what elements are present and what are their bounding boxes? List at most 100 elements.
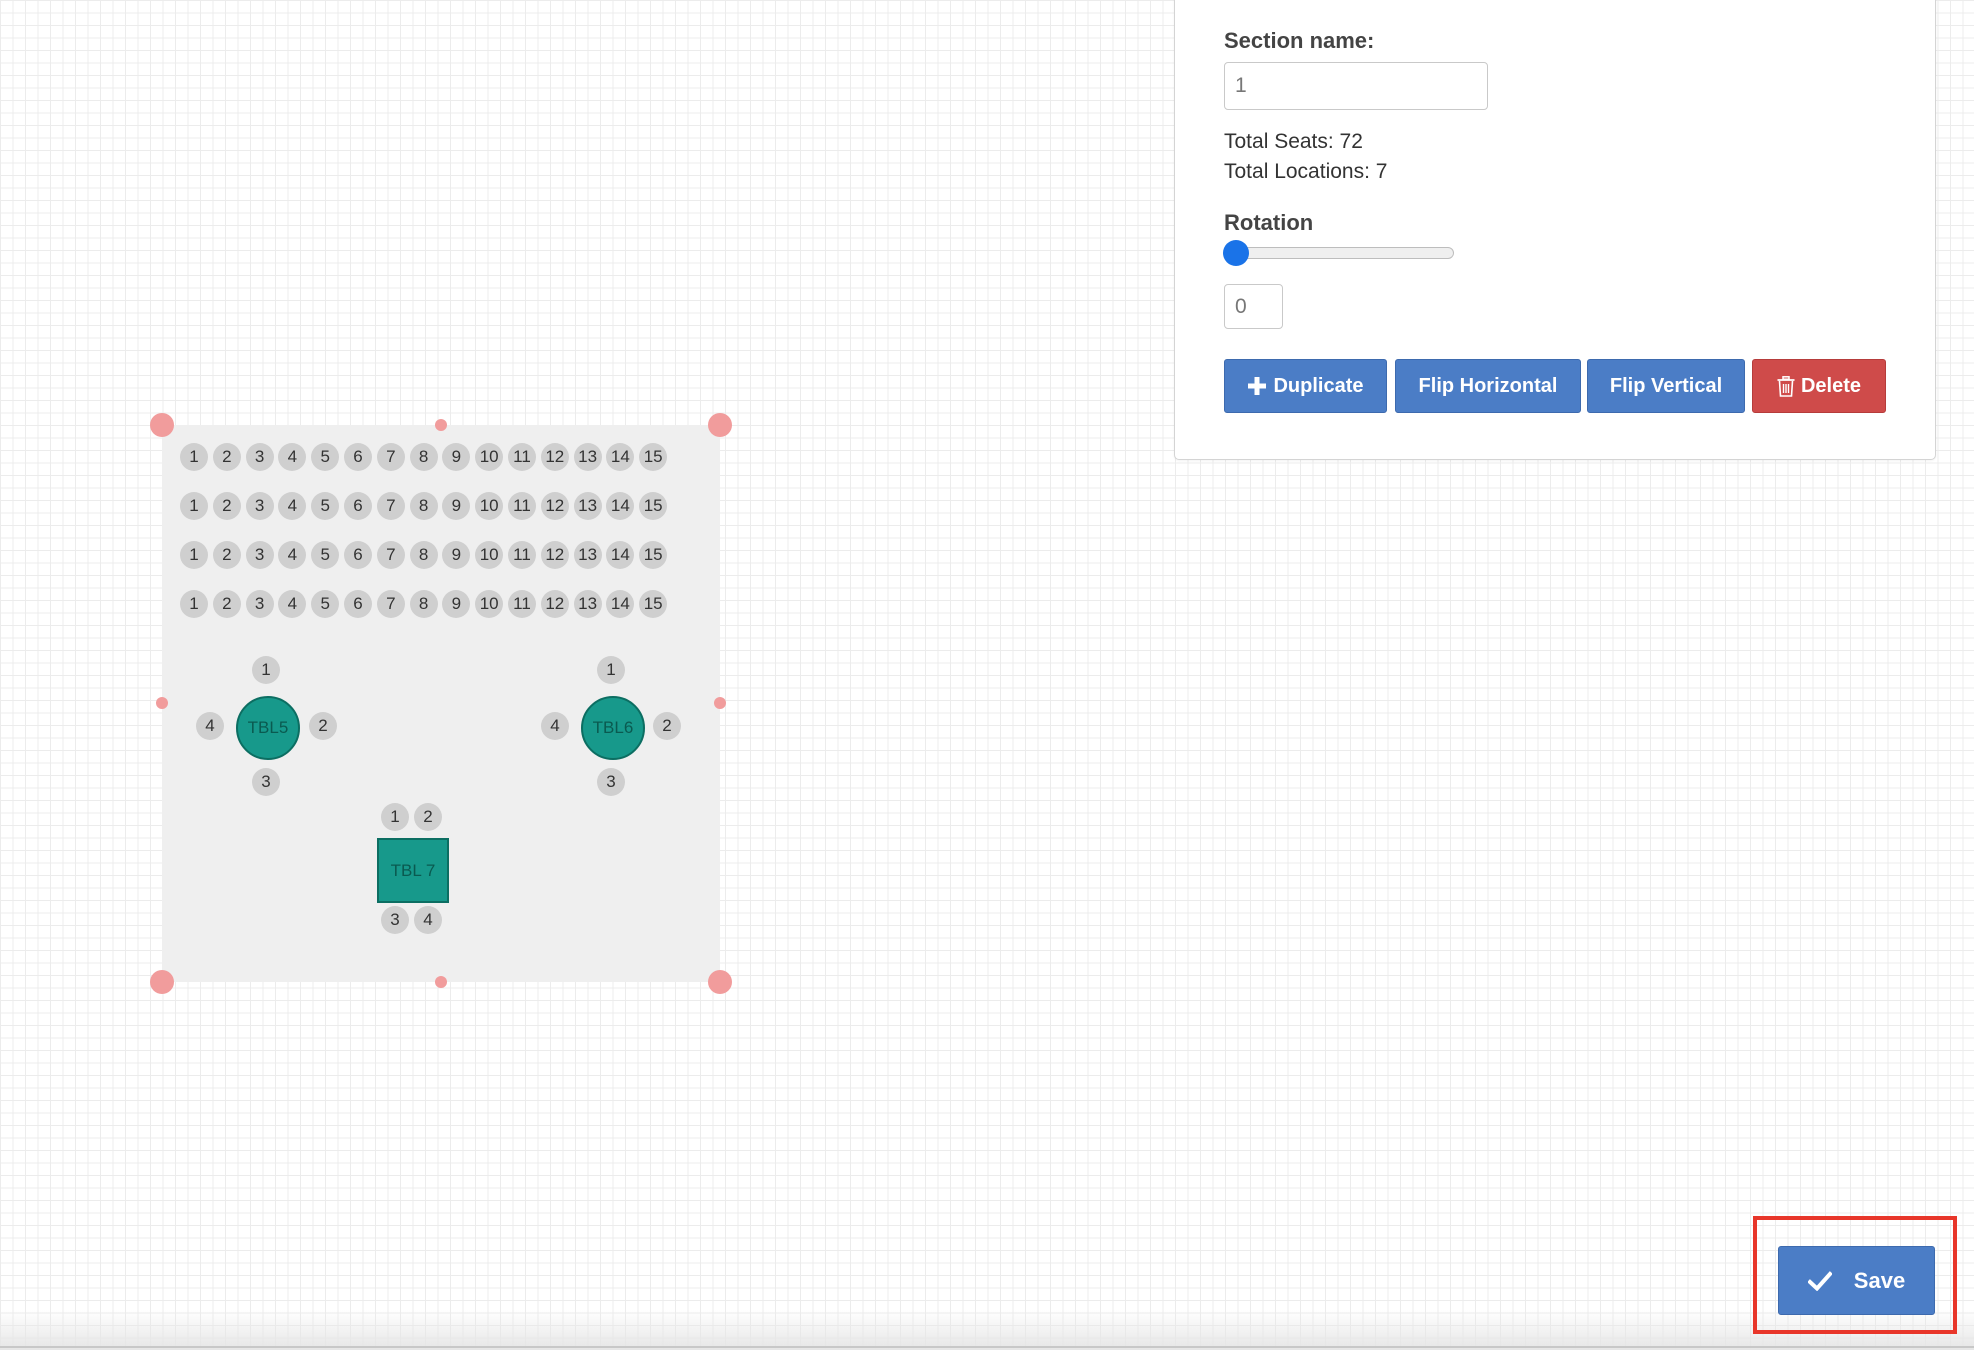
rotation-input[interactable] xyxy=(1224,284,1283,329)
tbl6-seat[interactable]: 2 xyxy=(653,712,681,740)
row-seat[interactable]: 14 xyxy=(606,541,635,569)
row-seat[interactable]: 9 xyxy=(442,443,471,471)
row-seat[interactable]: 4 xyxy=(278,541,307,569)
row-seat[interactable]: 7 xyxy=(376,590,405,618)
row-seat[interactable]: 9 xyxy=(442,492,471,520)
resize-handle-left[interactable] xyxy=(156,697,168,709)
checkmark-icon xyxy=(1807,1270,1832,1291)
table-tbl6[interactable]: TBL6 xyxy=(581,696,645,760)
resize-handle-bottom-right[interactable] xyxy=(708,970,732,994)
tbl7-seat[interactable]: 4 xyxy=(414,906,442,934)
row-seat[interactable]: 11 xyxy=(508,590,536,618)
row-seat[interactable]: 10 xyxy=(475,492,504,520)
row-seat[interactable]: 7 xyxy=(376,541,405,569)
tbl7-seat[interactable]: 3 xyxy=(381,906,409,934)
section-name-input[interactable] xyxy=(1224,62,1488,110)
row-seat[interactable]: 8 xyxy=(409,541,438,569)
table-tbl5[interactable]: TBL5 xyxy=(236,696,300,760)
row-seat[interactable]: 13 xyxy=(573,492,602,520)
row-seat[interactable]: 3 xyxy=(245,492,274,520)
row-seat[interactable]: 12 xyxy=(540,443,569,471)
tbl6-seat[interactable]: 3 xyxy=(597,768,625,796)
row-seat[interactable]: 5 xyxy=(311,590,340,618)
row-seat[interactable]: 9 xyxy=(442,590,471,618)
row-seat[interactable]: 15 xyxy=(639,590,668,618)
row-seat[interactable]: 2 xyxy=(212,443,241,471)
row-seat[interactable]: 8 xyxy=(409,590,438,618)
tbl7-seat[interactable]: 2 xyxy=(414,803,442,831)
row-seat[interactable]: 4 xyxy=(278,443,307,471)
plus-icon xyxy=(1248,377,1267,395)
row-seat[interactable]: 2 xyxy=(212,541,241,569)
row-seat[interactable]: 13 xyxy=(573,541,602,569)
total-locations: Total Locations: 7 xyxy=(1224,160,1388,183)
tbl7-seat[interactable]: 1 xyxy=(381,803,409,831)
row-seat[interactable]: 1 xyxy=(180,590,208,618)
resize-handle-top-right[interactable] xyxy=(708,413,732,437)
tbl5-seat[interactable]: 4 xyxy=(196,712,224,740)
resize-handle-right[interactable] xyxy=(714,697,726,709)
row-seat[interactable]: 11 xyxy=(508,492,536,520)
resize-handle-bottom[interactable] xyxy=(435,976,447,988)
trash-icon xyxy=(1777,375,1795,397)
row-seat[interactable]: 5 xyxy=(311,541,340,569)
row-seat[interactable]: 14 xyxy=(606,443,635,471)
save-button[interactable]: Save xyxy=(1778,1246,1935,1315)
flip-horizontal-button[interactable]: Flip Horizontal xyxy=(1395,359,1581,413)
row-seat[interactable]: 11 xyxy=(508,443,536,471)
rotation-slider-thumb[interactable] xyxy=(1223,240,1249,266)
row-seat[interactable]: 6 xyxy=(344,590,372,618)
rotation-slider[interactable] xyxy=(1223,240,1454,266)
delete-button[interactable]: Delete xyxy=(1752,359,1886,413)
row-seat[interactable]: 4 xyxy=(278,492,307,520)
row-seat[interactable]: 14 xyxy=(606,492,635,520)
row-seat[interactable]: 3 xyxy=(245,443,274,471)
table-tbl7[interactable]: TBL 7 xyxy=(377,838,449,903)
tbl5-seat[interactable]: 2 xyxy=(309,712,337,740)
duplicate-button[interactable]: Duplicate xyxy=(1224,359,1387,413)
rotation-label: Rotation xyxy=(1224,210,1314,235)
row-seat[interactable]: 8 xyxy=(409,443,438,471)
tbl5-seat[interactable]: 1 xyxy=(252,656,280,684)
row-seat[interactable]: 8 xyxy=(409,492,438,520)
row-seat[interactable]: 7 xyxy=(376,492,405,520)
row-seat[interactable]: 15 xyxy=(639,443,668,471)
row-seat[interactable]: 12 xyxy=(540,541,569,569)
row-seat[interactable]: 13 xyxy=(573,443,602,471)
row-seat[interactable]: 1 xyxy=(180,492,208,520)
row-seat[interactable]: 5 xyxy=(311,443,340,471)
row-seat[interactable]: 7 xyxy=(376,443,405,471)
row-seat[interactable]: 6 xyxy=(344,443,372,471)
row-seat[interactable]: 3 xyxy=(245,590,274,618)
section-properties-panel: Section name: Total Seats: 72 Total Loca… xyxy=(1174,0,1936,460)
row-seat[interactable]: 12 xyxy=(540,492,569,520)
row-seat[interactable]: 13 xyxy=(573,590,602,618)
row-seat[interactable]: 10 xyxy=(475,443,504,471)
row-seat[interactable]: 15 xyxy=(639,492,668,520)
row-seat[interactable]: 11 xyxy=(508,541,536,569)
row-seat[interactable]: 10 xyxy=(475,590,504,618)
resize-handle-bottom-left[interactable] xyxy=(150,970,174,994)
tbl6-seat[interactable]: 1 xyxy=(597,656,625,684)
tbl5-seat[interactable]: 3 xyxy=(252,768,280,796)
row-seat[interactable]: 9 xyxy=(442,541,471,569)
resize-handle-top-left[interactable] xyxy=(150,413,174,437)
row-seat[interactable]: 1 xyxy=(180,443,208,471)
section-name-label: Section name: xyxy=(1224,28,1375,53)
row-seat[interactable]: 15 xyxy=(639,541,668,569)
row-seat[interactable]: 3 xyxy=(245,541,274,569)
tbl6-seat[interactable]: 4 xyxy=(541,712,569,740)
row-seat[interactable]: 4 xyxy=(278,590,307,618)
row-seat[interactable]: 5 xyxy=(311,492,340,520)
row-seat[interactable]: 10 xyxy=(475,541,504,569)
row-seat[interactable]: 2 xyxy=(212,492,241,520)
row-seat[interactable]: 6 xyxy=(344,492,372,520)
row-seat[interactable]: 12 xyxy=(540,590,569,618)
row-seat[interactable]: 1 xyxy=(180,541,208,569)
row-seat[interactable]: 2 xyxy=(212,590,241,618)
seating-section[interactable]: 1 2 3 4 5 6 7 8 9 10 11 12 13 14 15 1 2 3 4 5 6 7 8 9 10 11 12 13 14… xyxy=(150,413,732,994)
flip-vertical-button[interactable]: Flip Vertical xyxy=(1587,359,1745,413)
resize-handle-top[interactable] xyxy=(435,419,447,431)
row-seat[interactable]: 14 xyxy=(606,590,635,618)
row-seat[interactable]: 6 xyxy=(344,541,372,569)
